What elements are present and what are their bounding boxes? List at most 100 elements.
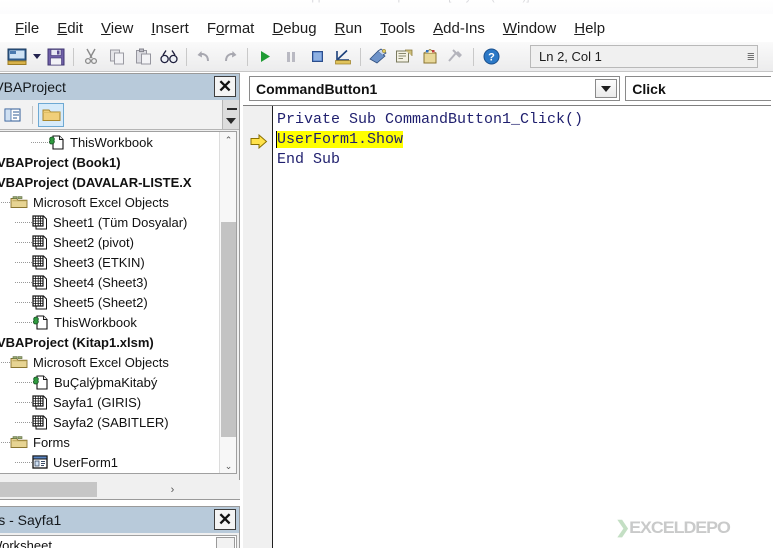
project-tree-vertical-scrollbar[interactable]: ⌃ ⌄ (219, 132, 236, 473)
redo-icon[interactable] (217, 45, 243, 69)
tree-connector-line (15, 396, 32, 408)
project-tree-item-label: ThisWorkbook (70, 134, 153, 150)
properties-titlebar: erties - Sayfa1 ✕ (0, 507, 239, 533)
menu-insert[interactable]: Insert (142, 18, 198, 39)
cut-icon[interactable] (78, 45, 104, 69)
code-line[interactable]: End Sub (277, 150, 583, 170)
properties-object-value: a1 Worksheet (0, 538, 52, 548)
project-explorer-icon[interactable] (365, 45, 391, 69)
tree-connector-line (15, 296, 32, 308)
stop-icon[interactable] (304, 45, 330, 69)
project-tree-rows: ThisWorkbook VBAProject (Book1) VBAProject… (0, 132, 203, 473)
project-tree-item-label: Sheet2 (pivot) (53, 234, 134, 250)
menu-format[interactable]: Format (198, 18, 264, 39)
code-line-text: End Sub (277, 151, 341, 168)
tree-connector-line (15, 316, 32, 328)
tree-connector-line (15, 376, 32, 388)
properties-close-button[interactable]: ✕ (214, 509, 236, 530)
project-tree-item[interactable]: Forms (0, 432, 203, 452)
sheet-icon (32, 254, 47, 269)
project-tree-item[interactable]: Microsoft Excel Objects (0, 352, 203, 372)
project-tree-item[interactable]: Sayfa2 (SABITLER) (0, 412, 203, 432)
menu-help[interactable]: Help (565, 18, 614, 39)
project-tree-item[interactable]: ThisWorkbook (0, 312, 203, 332)
project-explorer-titlebar: ct - VBAProject ✕ (0, 74, 239, 100)
toolbar-separator (186, 47, 187, 66)
object-dropdown-chevron-down-icon[interactable] (595, 79, 618, 98)
project-tree-horizontal-scrollbar[interactable]: › (0, 480, 240, 499)
toolbar-dropdown-caret-icon[interactable] (30, 45, 43, 69)
code-margin-indicator-bar[interactable] (243, 106, 273, 548)
project-tree-item-label: Sayfa1 (GIRIS) (53, 394, 142, 410)
scroll-down-arrow-icon[interactable]: ⌄ (220, 458, 236, 473)
code-text[interactable]: Private Sub CommandButton1_Click() UserFo… (276, 110, 583, 170)
project-tree-item-label: Sheet1 (Tüm Dosyalar) (53, 214, 188, 230)
save-icon[interactable] (43, 45, 69, 69)
toolbox-icon[interactable] (443, 45, 469, 69)
project-tree-item-label: VBAProject (DAVALAR-LISTE.X (0, 174, 192, 190)
project-tree-item[interactable]: Sheet3 (ETKIN) (0, 252, 203, 272)
project-tree-scroll-thumb[interactable] (221, 222, 236, 437)
project-tree-item[interactable]: VBAProject (Book1) (0, 152, 203, 172)
current-line-arrow-icon (250, 134, 268, 149)
toggle-folders-icon[interactable] (38, 102, 64, 127)
properties-title: erties - Sayfa1 (0, 512, 62, 528)
project-tree-item[interactable]: VBAProject (DAVALAR-LISTE.X (0, 172, 203, 192)
scroll-up-arrow-icon[interactable]: ⌃ (220, 132, 236, 149)
code-window-dropdown-bar: CommandButton1 Click (249, 76, 773, 101)
tree-connector-line (31, 136, 48, 148)
tree-connector-line (15, 456, 32, 468)
run-icon[interactable] (252, 45, 278, 69)
find-icon[interactable] (156, 45, 182, 69)
menu-add-ins[interactable]: Add-Ins (424, 18, 494, 39)
project-tree-item[interactable]: Sheet4 (Sheet3) (0, 272, 203, 292)
properties-object-dropdown-button[interactable] (216, 537, 235, 548)
view-code-icon[interactable] (0, 103, 25, 127)
paste-icon[interactable] (130, 45, 156, 69)
project-tree-item[interactable]: Sheet2 (pivot) (0, 232, 203, 252)
code-editor-pane[interactable]: Private Sub CommandButton1_Click() UserFo… (243, 105, 773, 548)
scroll-right-arrow-icon[interactable]: › (163, 480, 182, 499)
view-excel-icon[interactable] (4, 45, 30, 69)
pause-icon[interactable] (278, 45, 304, 69)
menu-tools[interactable]: Tools (371, 18, 424, 39)
project-tree-item[interactable]: ThisWorkbook (0, 132, 203, 152)
tree-connector-line (15, 256, 32, 268)
project-tree-item[interactable]: Sayfa1 (GIRIS) (0, 392, 203, 412)
code-line-text: UserForm1.Show (277, 131, 404, 148)
project-tree-item[interactable]: Sheet5 (Sheet2) (0, 292, 203, 312)
project-tree[interactable]: ThisWorkbook VBAProject (Book1) VBAProject… (0, 131, 237, 474)
project-explorer-close-button[interactable]: ✕ (214, 76, 236, 97)
menu-run[interactable]: Run (326, 18, 372, 39)
menu-debug[interactable]: Debug (263, 18, 325, 39)
properties-window-icon[interactable] (391, 45, 417, 69)
project-tree-item-label: Sheet3 (ETKIN) (53, 254, 145, 270)
code-line[interactable]: UserForm1.Show (276, 130, 583, 150)
undo-icon[interactable] (191, 45, 217, 69)
project-tree-item[interactable]: Sheet1 (Tüm Dosyalar) (0, 212, 203, 232)
folder-icon (10, 196, 28, 208)
project-tree-item[interactable]: Microsoft Excel Objects (0, 192, 203, 212)
code-line[interactable]: Private Sub CommandButton1_Click() (277, 110, 583, 130)
project-toolbar-overflow-button[interactable] (222, 100, 239, 129)
menu-file[interactable]: File (6, 18, 48, 39)
design-mode-icon[interactable] (330, 45, 356, 69)
project-tree-item[interactable]: BuÇalýþmaKitabý (0, 372, 203, 392)
project-tree-item-label: Forms (33, 434, 70, 450)
project-tree-item-label: BuÇalýþmaKitabý (54, 374, 158, 390)
help-icon[interactable]: ? (478, 45, 504, 69)
menu-edit[interactable]: Edit (48, 18, 92, 39)
project-tree-item[interactable]: VBAProject (Kitap1.xlsm) (0, 332, 203, 352)
menu-window[interactable]: Window (494, 18, 565, 39)
tree-connector-line (15, 216, 32, 228)
project-tree-hscroll-thumb[interactable] (0, 482, 97, 497)
menu-view[interactable]: View (92, 18, 142, 39)
object-dropdown[interactable]: CommandButton1 (249, 76, 621, 101)
copy-icon[interactable] (104, 45, 130, 69)
project-tree-item[interactable]: UserForm1 (0, 452, 203, 472)
sheet-icon (32, 274, 47, 289)
sheet-icon (32, 234, 47, 249)
toolbar-separator (247, 47, 248, 66)
procedure-dropdown[interactable]: Click (625, 76, 773, 101)
object-browser-icon[interactable] (417, 45, 443, 69)
